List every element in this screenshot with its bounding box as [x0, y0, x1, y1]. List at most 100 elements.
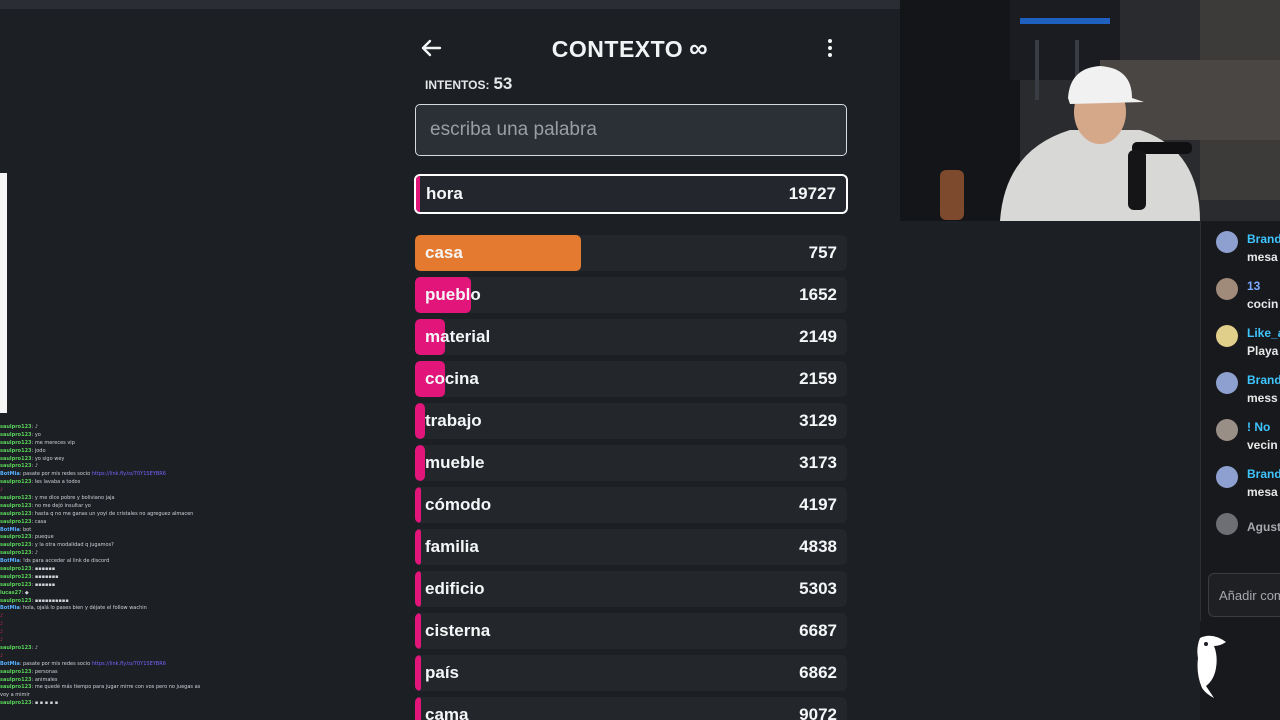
- avatar[interactable]: [1216, 231, 1238, 253]
- stream-chat-text: : ▪▪▪▪▪▪▪▪▪▪: [31, 597, 69, 604]
- stream-chat-text: voy a mimir: [0, 692, 30, 699]
- current-guess: hora 19727: [414, 174, 848, 214]
- stream-chat-nick: BotMia: [0, 558, 20, 565]
- toucan-logo: [1197, 635, 1226, 698]
- screen: saulpro123: ♪ saulpro123: yo saulpro123: m…: [0, 0, 1280, 720]
- stream-chat-text: : y me dice pobre y boliviano jaja: [31, 495, 115, 502]
- stream-chat-line: saulpro123: no me dejó insultar yo: [0, 503, 200, 511]
- stream-chat-line: ♪: [0, 621, 200, 629]
- chat-username[interactable]: Brand: [1247, 373, 1280, 387]
- stream-chat-text: : ▪▪▪▪▪▪: [31, 566, 56, 573]
- avatar[interactable]: [1216, 372, 1238, 394]
- chat-message: Like_a Playa: [1216, 319, 1280, 363]
- stream-chat-text: ♪: [0, 637, 4, 644]
- guess-score: 4197: [799, 495, 837, 514]
- stream-chat-overlay: saulpro123: ♪ saulpro123: yo saulpro123: m…: [0, 424, 200, 720]
- stream-chat-text: : !ds para acceder al link de discord: [19, 558, 110, 565]
- webcam-image: [900, 0, 1280, 221]
- stream-chat-text: : ▪▪▪▪▪▪▪: [31, 573, 59, 580]
- chat-message-text: mesa: [1247, 250, 1278, 264]
- chat-input[interactable]: Añadir com: [1208, 573, 1280, 617]
- stream-chat-text: : ♪: [31, 463, 39, 470]
- more-vertical-icon[interactable]: [824, 37, 836, 59]
- stream-chat-line: BotMia: hola, ojalá lo pases bien y déja…: [0, 605, 200, 613]
- avatar[interactable]: [1216, 325, 1238, 347]
- tries-counter: INTENTOS: 53: [425, 74, 512, 94]
- stream-chat-line: saulpro123: casa: [0, 519, 200, 527]
- stream-chat-line: saulpro123: ♪: [0, 645, 200, 653]
- guess-score: 2149: [799, 327, 837, 346]
- guess-proximity-bar: [415, 445, 425, 481]
- stream-chat-text: : pasate por mis redes socio: [19, 471, 92, 478]
- chat-username[interactable]: Agust: [1247, 520, 1280, 534]
- chat-username[interactable]: ! No: [1247, 420, 1270, 434]
- stream-chat-nick: saulpro123: [0, 581, 32, 588]
- stream-chat-text: : ♪: [31, 644, 39, 651]
- stream-chat-text: : ♪: [31, 550, 39, 557]
- guess-score: 3173: [799, 453, 837, 472]
- tries-label: INTENTOS:: [425, 78, 490, 92]
- stream-chat-line: saulpro123: ▪▪▪▪▪▪: [0, 566, 200, 574]
- stream-chat-nick: saulpro123: [0, 431, 32, 438]
- stream-chat-line: saulpro123: ♪: [0, 424, 200, 432]
- guess-word: país: [425, 663, 460, 682]
- chat-username[interactable]: 13: [1247, 279, 1260, 293]
- stream-chat-text: ♪: [0, 621, 4, 628]
- top-strip: [0, 0, 900, 9]
- word-input[interactable]: [415, 104, 847, 156]
- chat-username[interactable]: Brand: [1247, 232, 1280, 246]
- stream-chat-line: lucas27: ◆: [0, 590, 200, 598]
- avatar[interactable]: [1216, 513, 1238, 535]
- guess-proximity-bar: [415, 529, 421, 565]
- stream-chat-line: saulpro123: me mereces vip: [0, 440, 200, 448]
- chat-message: Brand mesa: [1216, 225, 1280, 269]
- guess-row: cómodo 4197: [415, 487, 847, 523]
- stream-chat-text: : jodo: [31, 447, 46, 454]
- stream-chat-line: BotMia: !ds para acceder al link de disc…: [0, 558, 200, 566]
- guess-row: mueble 3173: [415, 445, 847, 481]
- guess-row: cama 9072: [415, 697, 847, 720]
- stream-chat-line: saulpro123: me quedé más tiempo para jug…: [0, 684, 200, 692]
- guess-row: país 6862: [415, 655, 847, 691]
- stream-chat-nick: saulpro123: [0, 439, 32, 446]
- chat-message-text: mess: [1247, 391, 1278, 405]
- stream-chat-line: ♪: [0, 653, 200, 661]
- guess-word: mueble: [425, 453, 485, 472]
- guess-word: cocina: [425, 369, 479, 388]
- stream-chat-text: ♪: [0, 629, 4, 636]
- guess-proximity-bar: [415, 655, 421, 691]
- stream-chat-nick: BotMia: [0, 660, 20, 667]
- stream-chat-link[interactable]: https://link.fly.to/70Y1SEYBR6: [92, 661, 166, 667]
- guess-score: 9072: [799, 705, 837, 720]
- stream-chat-nick: saulpro123: [0, 463, 32, 470]
- stream-chat-text: : hasta q no me ganas un yoyi de cristal…: [31, 510, 194, 517]
- avatar[interactable]: [1216, 466, 1238, 488]
- chat-message-text: mesa: [1247, 485, 1278, 499]
- stream-chat-line: ♪: [0, 613, 200, 621]
- chat-username[interactable]: Brand: [1247, 467, 1280, 481]
- stream-chat-nick: saulpro123: [0, 424, 32, 430]
- guess-proximity-bar: [415, 613, 421, 649]
- avatar[interactable]: [1216, 419, 1238, 441]
- stream-chat-link[interactable]: https://link.fly.to/70Y1SEYBR6: [92, 471, 166, 477]
- stream-chat-nick: saulpro123: [0, 495, 32, 502]
- stream-chat-nick: saulpro123: [0, 455, 32, 462]
- stream-chat-line: saulpro123: yo: [0, 432, 200, 440]
- stream-chat-line: saulpro123: ▪▪▪▪▪▪: [0, 582, 200, 590]
- stream-chat-line: BotMia: pasate por mis redes socio https…: [0, 471, 200, 479]
- stream-chat-text: : les lavaba a todos: [31, 479, 81, 486]
- stream-chat-text: : hola, ojalá lo pases bien y déjate el …: [19, 605, 147, 612]
- chat-message: 13 cocin: [1216, 272, 1280, 316]
- page-title: CONTEXTO ∞: [408, 33, 852, 64]
- avatar[interactable]: [1216, 278, 1238, 300]
- guess-row: pueblo 1652: [415, 277, 847, 313]
- stream-chat-text: : animales: [31, 676, 58, 683]
- stream-chat-line: saulpro123: pueque: [0, 534, 200, 542]
- chat-username[interactable]: Like_a: [1247, 326, 1280, 340]
- current-guess-bar: [416, 176, 420, 212]
- left-panel-edge: [0, 173, 7, 413]
- stream-chat-nick: saulpro123: [0, 542, 32, 549]
- guess-proximity-bar: [415, 403, 425, 439]
- stream-chat-text: ♪: [0, 652, 4, 659]
- stream-chat-nick: saulpro123: [0, 676, 32, 683]
